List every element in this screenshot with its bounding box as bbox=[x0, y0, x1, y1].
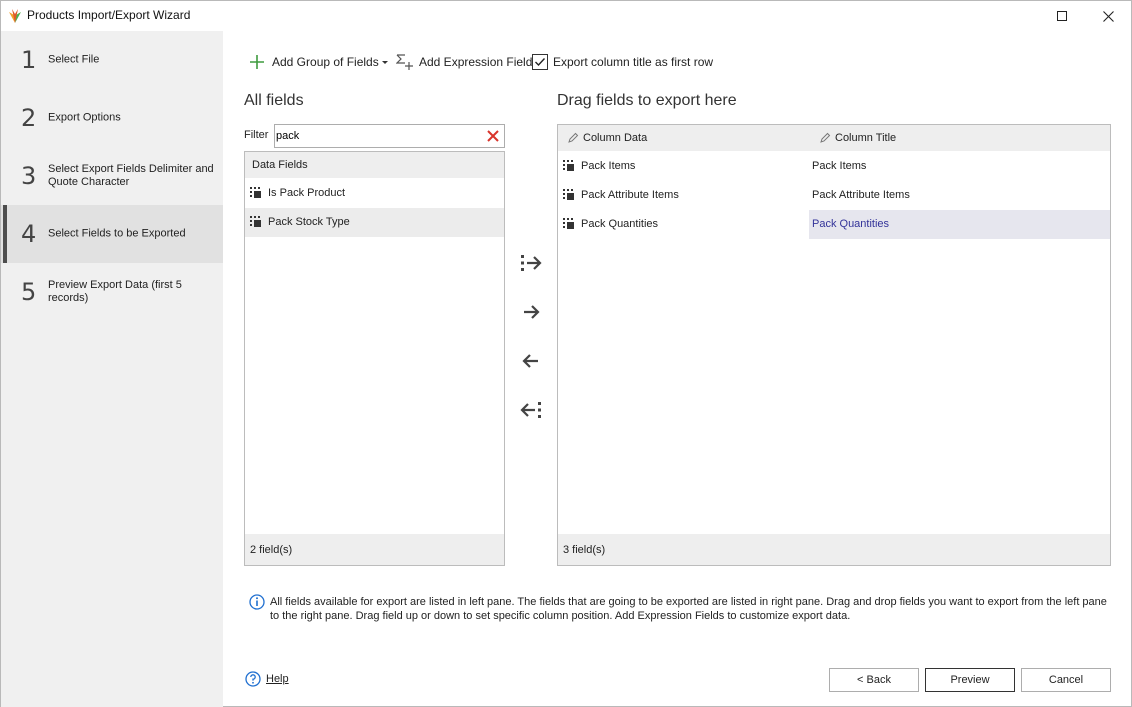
step-label: Select Fields to be Exported bbox=[48, 227, 186, 240]
help-label: Help bbox=[266, 673, 289, 685]
step-preview[interactable]: 5 Preview Export Data (first 5 records) bbox=[1, 263, 223, 321]
step-label: Export Options bbox=[48, 111, 121, 124]
list-item[interactable]: Is Pack Product bbox=[245, 179, 504, 208]
export-title-label: Export column title as first row bbox=[553, 55, 714, 69]
field-drag-icon bbox=[563, 218, 574, 229]
column-data-cell: Pack Quantities bbox=[581, 218, 659, 230]
column-title-cell[interactable]: Pack Items bbox=[812, 160, 866, 172]
all-fields-heading: All fields bbox=[244, 92, 304, 109]
arrow-left-icon bbox=[522, 354, 538, 368]
checkbox-checked-icon[interactable] bbox=[532, 54, 548, 70]
back-label: < Back bbox=[857, 674, 891, 686]
add-expression-label: Add Expression Field bbox=[419, 55, 533, 69]
title-bar: Products Import/Export Wizard bbox=[1, 1, 1131, 31]
step-number: 1 bbox=[21, 46, 37, 74]
wizard-steps-sidebar: 1 Select File 2 Export Options 3 Select … bbox=[1, 31, 223, 707]
maximize-icon bbox=[1057, 11, 1067, 21]
field-name: Is Pack Product bbox=[268, 187, 346, 199]
export-title-checkbox[interactable]: Export column title as first row bbox=[532, 51, 713, 73]
step-number: 4 bbox=[21, 220, 37, 248]
step-delimiter[interactable]: 3 Select Export Fields Delimiter and Quo… bbox=[1, 147, 223, 205]
filter-field bbox=[274, 124, 505, 148]
group-header-label: Data Fields bbox=[252, 159, 308, 171]
step-select-fields[interactable]: 4 Select Fields to be Exported bbox=[1, 205, 223, 263]
field-count: 2 field(s) bbox=[250, 544, 293, 556]
field-drag-icon bbox=[250, 187, 261, 198]
app-logo-icon bbox=[9, 9, 21, 23]
column-title-cell[interactable]: Pack Attribute Items bbox=[812, 189, 910, 201]
dropdown-caret-icon bbox=[381, 61, 388, 64]
step-number: 2 bbox=[21, 104, 37, 132]
field-drag-icon bbox=[250, 216, 261, 227]
export-columns-header: Column Data Column Title bbox=[558, 125, 1110, 151]
field-count: 3 field(s) bbox=[563, 544, 606, 556]
table-row[interactable]: Pack Quantities Pack Quantities bbox=[558, 210, 1110, 239]
field-drag-icon bbox=[563, 189, 574, 200]
sigma-plus-icon bbox=[396, 54, 413, 70]
column-title-header: Column Title bbox=[835, 132, 897, 144]
left-pane-footer: 2 field(s) bbox=[245, 534, 504, 565]
pencil-icon bbox=[820, 132, 831, 143]
wizard-window: Products Import/Export Wizard 1 Select F… bbox=[0, 0, 1132, 707]
list-item[interactable]: Pack Stock Type bbox=[245, 208, 504, 237]
move-left-button[interactable] bbox=[517, 347, 545, 375]
cancel-button[interactable]: Cancel bbox=[1021, 668, 1111, 692]
column-data-cell: Pack Attribute Items bbox=[581, 189, 679, 201]
step-label: Select File bbox=[48, 53, 100, 66]
filter-input[interactable] bbox=[276, 127, 476, 145]
add-group-label: Add Group of Fields bbox=[272, 55, 379, 69]
cancel-label: Cancel bbox=[1048, 674, 1084, 686]
close-icon bbox=[1102, 10, 1114, 22]
clear-filter-icon[interactable] bbox=[485, 128, 501, 144]
move-all-right-icon bbox=[521, 255, 542, 271]
help-link[interactable]: Help bbox=[245, 671, 289, 687]
arrow-right-icon bbox=[524, 305, 540, 319]
export-fields-heading: Drag fields to export here bbox=[557, 92, 737, 109]
move-all-left-icon bbox=[520, 402, 541, 418]
table-row[interactable]: Pack Items Pack Items bbox=[558, 152, 1110, 181]
preview-button[interactable]: Preview bbox=[925, 668, 1015, 692]
step-label: Preview Export Data (first 5 records) bbox=[48, 279, 182, 304]
pencil-icon bbox=[568, 132, 579, 143]
move-right-button[interactable] bbox=[517, 298, 545, 326]
filter-label: Filter bbox=[244, 129, 269, 141]
step-export-options[interactable]: 2 Export Options bbox=[1, 89, 223, 147]
preview-label: Preview bbox=[950, 674, 990, 686]
column-data-header: Column Data bbox=[583, 132, 648, 144]
column-title-cell[interactable]: Pack Quantities bbox=[812, 218, 889, 230]
field-name: Pack Stock Type bbox=[268, 216, 350, 228]
group-header: Data Fields bbox=[245, 152, 504, 178]
column-data-cell: Pack Items bbox=[581, 160, 636, 172]
step-select-file[interactable]: 1 Select File bbox=[1, 31, 223, 89]
step-number: 3 bbox=[21, 162, 37, 190]
add-expression-field-button[interactable]: Add Expression Field bbox=[396, 51, 532, 73]
table-row[interactable]: Pack Attribute Items Pack Attribute Item… bbox=[558, 181, 1110, 210]
all-fields-list[interactable]: Data Fields Is Pack Product Pack Stock T… bbox=[244, 151, 505, 566]
step-label: Select Export Fields Delimiter and Quote… bbox=[48, 163, 214, 188]
step-number: 5 bbox=[21, 278, 37, 306]
move-all-right-button[interactable] bbox=[517, 249, 545, 277]
add-group-of-fields-button[interactable]: Add Group of Fields bbox=[249, 51, 389, 73]
plus-icon bbox=[250, 55, 264, 69]
info-description: All fields available for export are list… bbox=[270, 596, 1107, 622]
right-pane-footer: 3 field(s) bbox=[558, 534, 1110, 565]
close-button[interactable] bbox=[1085, 1, 1131, 31]
window-title: Products Import/Export Wizard bbox=[27, 8, 191, 22]
back-button[interactable]: < Back bbox=[829, 668, 919, 692]
export-fields-list[interactable]: Column Data Column Title Pack Items Pack… bbox=[557, 124, 1111, 566]
help-icon bbox=[245, 671, 261, 687]
move-all-left-button[interactable] bbox=[517, 396, 545, 424]
field-drag-icon bbox=[563, 160, 574, 171]
info-icon bbox=[249, 594, 265, 610]
maximize-button[interactable] bbox=[1039, 1, 1085, 31]
